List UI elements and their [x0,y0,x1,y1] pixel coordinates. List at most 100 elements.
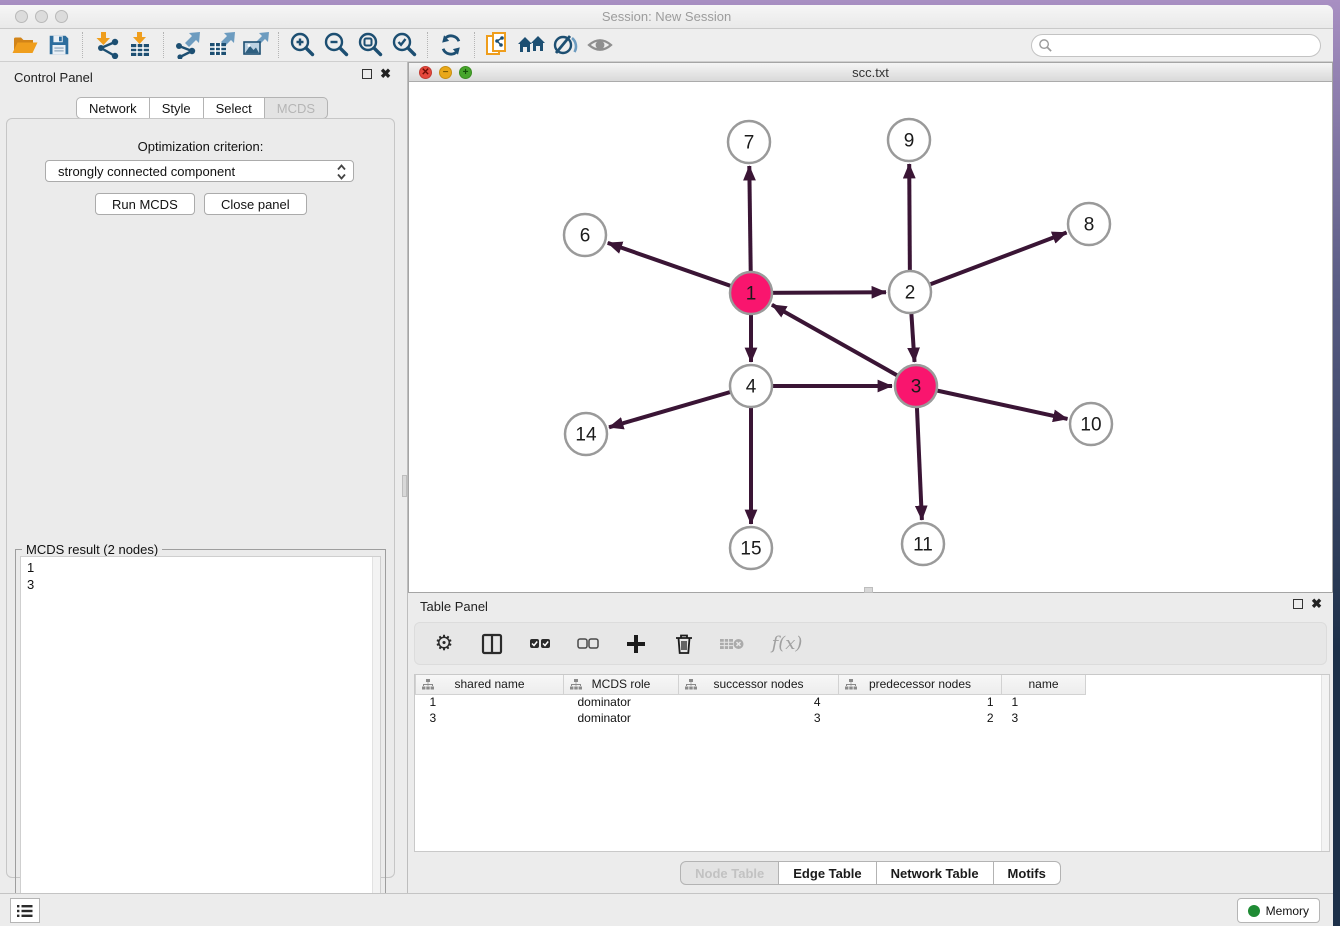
graph-node[interactable]: 4 [730,365,772,407]
show-columns-button[interactable] [479,631,505,657]
float-table-panel-icon[interactable] [1293,599,1303,609]
function-builder-button[interactable]: f(x) [767,631,807,657]
table-cell[interactable]: 3 [416,710,564,726]
table-scrollbar[interactable] [1321,675,1329,851]
table-tabs: Node Table Edge Table Network Table Moti… [408,861,1333,885]
table-cell[interactable]: dominator [564,694,679,710]
memory-button[interactable]: Memory [1237,898,1320,923]
close-panel-icon[interactable]: ✖ [380,69,391,79]
panel-splitter[interactable] [401,62,408,893]
table-cell[interactable]: 1 [839,694,1002,710]
graph-node[interactable]: 1 [730,272,772,314]
close-panel-button[interactable]: Close panel [204,193,307,215]
mcds-result-text[interactable]: 1 3 [20,556,381,916]
graph-edge[interactable] [608,243,751,293]
control-panel-title: Control Panel [14,70,93,85]
export-network-icon [173,31,201,59]
graph-node-label: 1 [746,284,757,305]
table-cell[interactable]: dominator [564,710,679,726]
apply-layout-button[interactable] [434,30,468,60]
table-row[interactable]: 1dominator411 [416,694,1086,710]
float-panel-icon[interactable] [362,69,372,79]
table-row[interactable]: 3dominator323 [416,710,1086,726]
task-history-button[interactable] [10,898,40,923]
memory-status-icon [1248,905,1260,917]
title-bar: Session: New Session [0,5,1333,29]
tab-mcds[interactable]: MCDS [265,97,328,119]
table-cell[interactable]: 3 [679,710,839,726]
mcds-tab-content: Optimization criterion: strongly connect… [6,118,395,878]
network-window-titlebar[interactable]: ✕ − + scc.txt [409,63,1332,82]
select-all-columns-button[interactable] [527,631,553,657]
create-column-button[interactable] [623,631,649,657]
network-canvas[interactable]: 7 9 6 8 1 2 4 3 14 10 15 11 [409,82,1332,589]
homes-icon [517,32,547,58]
table-cell[interactable]: 4 [679,694,839,710]
tab-motifs[interactable]: Motifs [994,861,1061,885]
table-cell[interactable]: 1 [1002,694,1086,710]
splitter-handle[interactable] [402,475,407,497]
new-network-from-selection-button[interactable] [481,30,515,60]
run-mcds-button[interactable]: Run MCDS [95,193,195,215]
graph-node[interactable]: 3 [895,365,937,407]
column-header-shared-name[interactable]: shared name [416,675,564,694]
export-network-button[interactable] [170,30,204,60]
table-options-button[interactable]: ⚙ [431,631,457,657]
delete-table-button[interactable] [719,631,745,657]
close-table-panel-icon[interactable]: ✖ [1311,599,1322,609]
first-neighbors-button[interactable] [515,30,549,60]
graph-node[interactable]: 6 [564,214,606,256]
graph-node[interactable]: 9 [888,119,930,161]
graph-node[interactable]: 2 [889,271,931,313]
import-network-button[interactable] [89,30,123,60]
export-table-button[interactable] [204,30,238,60]
graph-node-label: 2 [905,283,916,304]
graph-node[interactable]: 14 [565,413,607,455]
tab-style[interactable]: Style [150,97,204,119]
tab-edge-table[interactable]: Edge Table [779,861,876,885]
tab-network-table[interactable]: Network Table [877,861,994,885]
unselect-all-columns-button[interactable] [575,631,601,657]
column-header-mcds-role[interactable]: MCDS role [564,675,679,694]
optimization-criterion-value: strongly connected component [58,164,235,179]
save-session-button[interactable] [42,30,76,60]
table-cell[interactable]: 3 [1002,710,1086,726]
table-cell[interactable]: 1 [416,694,564,710]
import-table-button[interactable] [123,30,157,60]
hide-graphics-details-button[interactable] [549,30,583,60]
graph-edge[interactable] [916,386,1068,419]
graph-node[interactable]: 10 [1070,403,1112,445]
zoom-in-button[interactable] [285,30,319,60]
tab-network[interactable]: Network [76,97,150,119]
graph-edge[interactable] [772,305,916,386]
graph-node[interactable]: 7 [728,121,770,163]
column-header-successor-nodes[interactable]: successor nodes [679,675,839,694]
column-header-predecessor-nodes[interactable]: predecessor nodes [839,675,1002,694]
zoom-fit-button[interactable] [353,30,387,60]
tab-select[interactable]: Select [204,97,265,119]
graph-node[interactable]: 8 [1068,203,1110,245]
export-image-button[interactable] [238,30,272,60]
hide-graphics-details-icon [552,31,580,59]
zoom-out-button[interactable] [319,30,353,60]
open-folder-icon [11,31,39,59]
optimization-criterion-select[interactable]: strongly connected component [45,160,354,182]
graph-node[interactable]: 11 [902,523,944,565]
open-session-button[interactable] [8,30,42,60]
graph-edge[interactable] [910,233,1067,293]
column-label: shared name [454,677,524,691]
result-scrollbar[interactable] [372,557,380,915]
graph-node[interactable]: 15 [730,527,772,569]
column-header-name[interactable]: name [1002,675,1086,694]
tab-node-table[interactable]: Node Table [680,861,779,885]
column-label: successor nodes [713,677,803,691]
search-input[interactable] [1031,34,1321,57]
table-cell[interactable]: 2 [839,710,1002,726]
delete-column-button[interactable] [671,631,697,657]
save-icon [46,32,72,58]
zoom-selected-button[interactable] [387,30,421,60]
network-window-title: scc.txt [409,65,1332,80]
graph-node-label: 4 [746,377,757,398]
import-network-icon [92,31,120,59]
show-hide-annotations-button[interactable] [583,30,617,60]
